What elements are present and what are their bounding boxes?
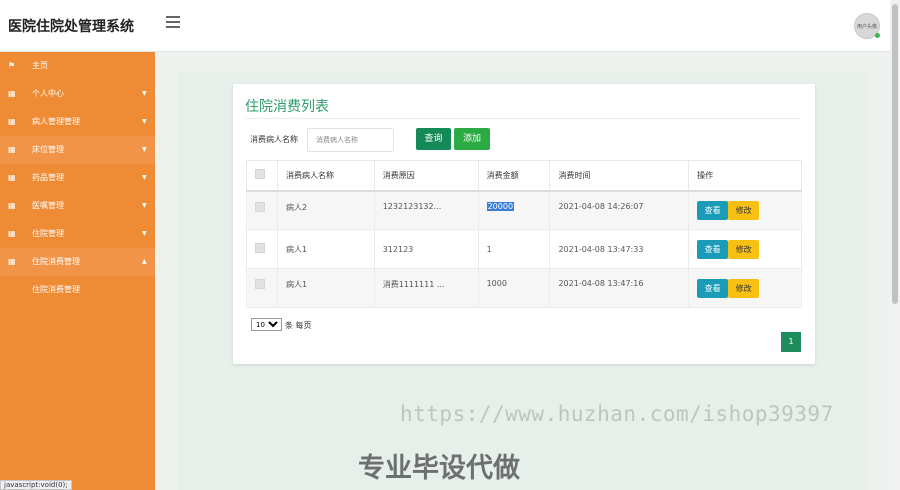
add-button[interactable]: 添加	[454, 128, 490, 150]
sidebar-item-patient-management[interactable]: ▦ 病人管理管理 ▼	[0, 108, 155, 136]
sidebar-item-label: 住院消费管理	[32, 257, 80, 266]
sidebar-item-label: 床位管理	[32, 145, 64, 154]
grid-icon: ▦	[8, 257, 16, 266]
table-header-row: 消费病人名称 消费原因 消费金额 消费时间 操作	[246, 160, 802, 192]
row-select-cell	[246, 190, 278, 230]
cell-actions: 查看 修改	[688, 190, 802, 230]
cell-patient: 病人2	[276, 190, 375, 230]
consumption-table: 消费病人名称 消费原因 消费金额 消费时间 操作 病人2 1232123132.…	[246, 160, 802, 308]
cell-actions: 查看 修改	[688, 268, 802, 308]
sidebar-item-personal-center[interactable]: ▦ 个人中心 ▼	[0, 80, 155, 108]
search-label: 消费病人名称	[250, 135, 298, 144]
page-title: 住院消费列表	[245, 99, 329, 115]
selected-amount-text: 20000	[486, 201, 515, 211]
chevron-down-icon: ▼	[142, 174, 147, 181]
sidebar-item-hospitalization-management[interactable]: ▦ 住院管理 ▼	[0, 220, 155, 248]
cell-amount: 20000	[477, 190, 551, 230]
column-header-reason: 消费原因	[373, 160, 479, 192]
online-status-dot	[875, 33, 880, 38]
pagination-page-1[interactable]: 1	[781, 332, 801, 352]
top-header: 医院住院处管理系统 用户头像	[0, 0, 890, 52]
sidebar-item-medical-order-management[interactable]: ▦ 医嘱管理 ▼	[0, 192, 155, 220]
view-button[interactable]: 查看	[697, 200, 729, 220]
status-bar-url: javascript:void(0);	[0, 480, 72, 490]
sidebar: ⚑ 主页 ▦ 个人中心 ▼ ▦ 病人管理管理 ▼ ▦ 床位管理 ▼ ▦ 药品管理…	[0, 52, 155, 490]
chevron-down-icon: ▼	[142, 202, 147, 209]
cell-patient: 病人1	[276, 229, 375, 269]
cell-amount: 1	[477, 229, 551, 269]
edit-button[interactable]: 修改	[728, 239, 760, 259]
column-header-actions: 操作	[688, 160, 802, 192]
cell-actions: 查看 修改	[688, 229, 802, 269]
sidebar-item-drug-management[interactable]: ▦ 药品管理 ▼	[0, 164, 155, 192]
scrollbar-thumb[interactable]	[892, 4, 898, 304]
cell-reason: 消费1111111 ...	[373, 268, 479, 308]
cell-amount: 1000	[477, 268, 551, 308]
app-title: 医院住院处管理系统	[8, 19, 134, 35]
watermark-text: 专业毕设代做	[358, 453, 520, 484]
vertical-scrollbar[interactable]	[890, 0, 900, 490]
flag-icon: ⚑	[8, 61, 16, 70]
title-divider	[245, 118, 801, 119]
grid-icon: ▦	[8, 145, 16, 154]
chevron-down-icon: ▼	[142, 118, 147, 125]
cell-patient: 病人1	[276, 268, 375, 308]
row-checkbox[interactable]	[255, 201, 265, 212]
grid-icon: ▦	[8, 117, 16, 126]
edit-button[interactable]: 修改	[728, 200, 760, 220]
select-all-cell	[246, 160, 278, 192]
view-button[interactable]: 查看	[697, 239, 729, 259]
table-row: 病人1 312123 1 2021-04-08 13:47:33 查看 修改	[246, 229, 802, 269]
chevron-down-icon: ▼	[142, 146, 147, 153]
cell-time: 2021-04-08 13:47:16	[549, 268, 690, 308]
sidebar-item-label: 病人管理管理	[32, 117, 80, 126]
patient-name-search-input[interactable]	[307, 128, 394, 152]
chevron-up-icon: ▲	[142, 258, 147, 265]
sidebar-subitem-consumption-management[interactable]: 住院消费管理	[0, 276, 155, 304]
view-button[interactable]: 查看	[697, 278, 729, 298]
consumption-list-card: 住院消费列表 消费病人名称 查询 添加 消费病人名称 消费原因 消费金额 消费时…	[233, 84, 815, 364]
column-header-amount: 消费金额	[477, 160, 551, 192]
query-button[interactable]: 查询	[416, 128, 451, 150]
menu-toggle-icon[interactable]	[166, 16, 180, 30]
grid-icon: ▦	[8, 201, 16, 210]
table-row: 病人1 消费1111111 ... 1000 2021-04-08 13:47:…	[246, 268, 802, 308]
cell-time: 2021-04-08 13:47:33	[549, 229, 690, 269]
row-select-cell	[246, 229, 278, 269]
page-size-select[interactable]: 10	[251, 318, 282, 331]
row-checkbox[interactable]	[255, 243, 265, 253]
select-all-checkbox[interactable]	[255, 169, 265, 180]
sidebar-item-label: 住院管理	[32, 229, 64, 238]
sidebar-item-label: 医嘱管理	[32, 201, 64, 210]
cell-reason: 1232123132...	[373, 190, 479, 230]
sidebar-item-label: 药品管理	[32, 173, 64, 182]
row-select-cell	[246, 268, 278, 308]
chevron-down-icon: ▼	[142, 90, 147, 97]
sidebar-item-label: 个人中心	[32, 89, 64, 98]
watermark-url: https://www.huzhan.com/ishop39397	[400, 402, 834, 426]
cell-reason: 312123	[373, 229, 479, 269]
row-checkbox[interactable]	[255, 279, 265, 289]
column-header-time: 消费时间	[549, 160, 690, 192]
grid-icon: ▦	[8, 229, 16, 238]
sidebar-item-consumption-management[interactable]: ▦ 住院消费管理 ▲	[0, 248, 155, 276]
sidebar-item-label: 主页	[32, 61, 48, 70]
table-row: 病人2 1232123132... 20000 2021-04-08 14:26…	[246, 190, 802, 230]
sidebar-item-bed-management[interactable]: ▦ 床位管理 ▼	[0, 136, 155, 164]
grid-icon: ▦	[8, 89, 16, 98]
edit-button[interactable]: 修改	[728, 278, 760, 298]
page-size-label: 条 每页	[285, 321, 312, 330]
chevron-down-icon: ▼	[142, 230, 147, 237]
cell-time: 2021-04-08 14:26:07	[549, 190, 690, 230]
grid-icon: ▦	[8, 173, 16, 182]
sidebar-item-home[interactable]: ⚑ 主页	[0, 52, 155, 80]
column-header-patient: 消费病人名称	[276, 160, 375, 192]
